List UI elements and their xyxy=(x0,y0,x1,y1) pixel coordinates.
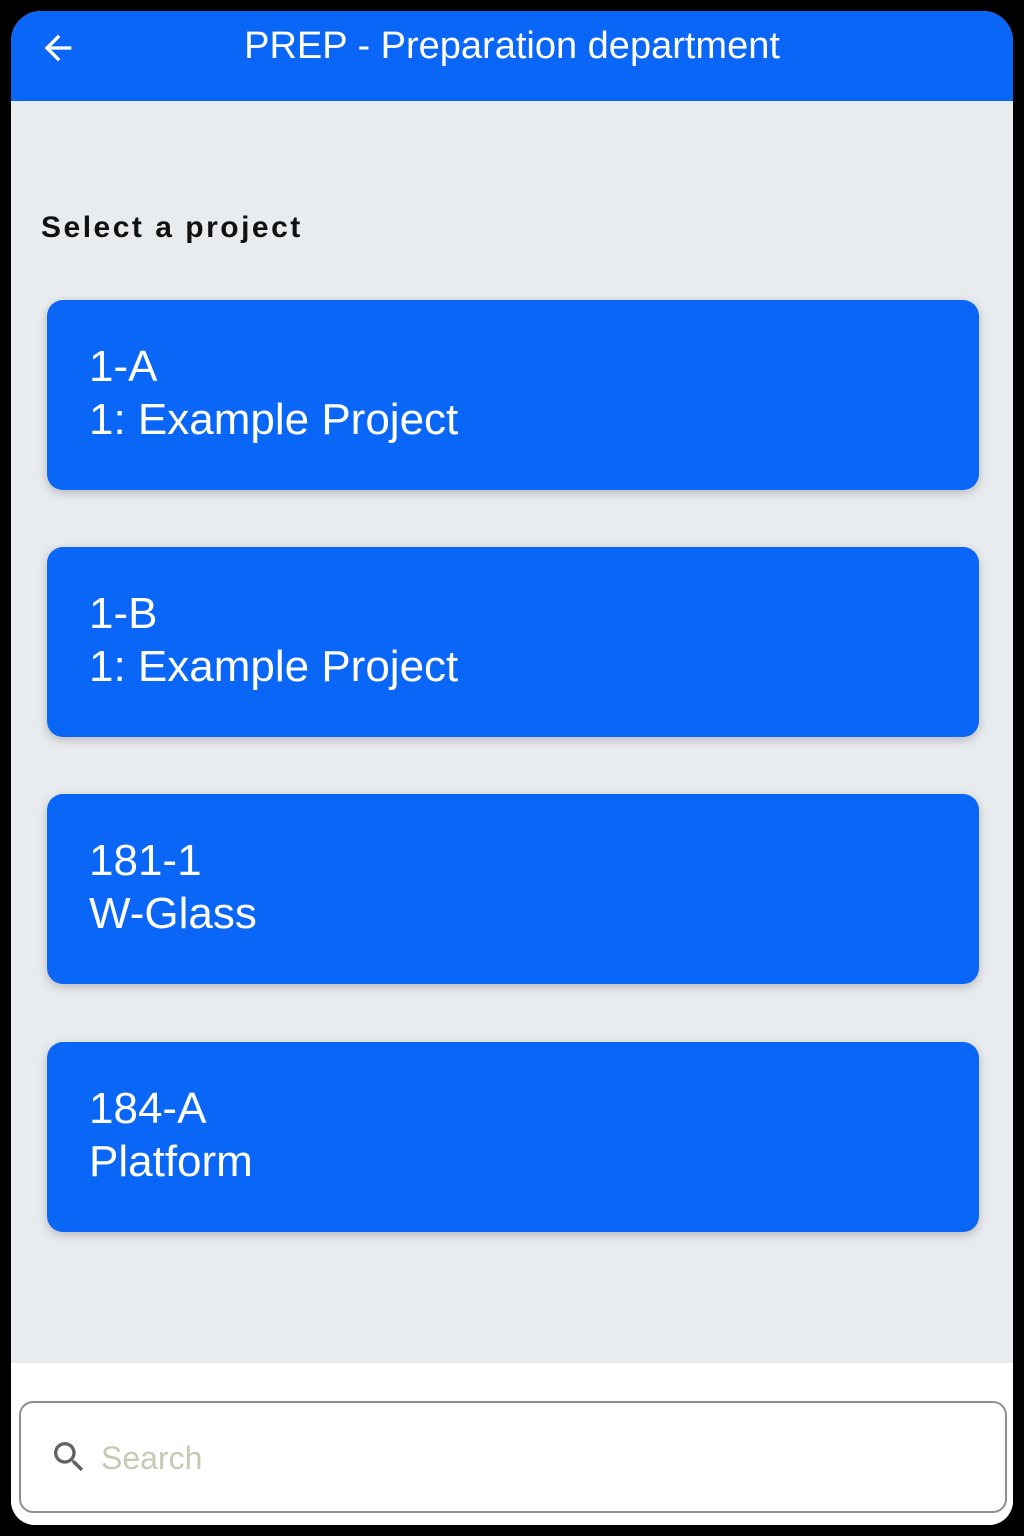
project-name: 1: Example Project xyxy=(89,395,459,444)
device-frame: PREP - Preparation department Select a p… xyxy=(0,0,1024,1536)
app-bar: PREP - Preparation department xyxy=(11,11,1013,101)
project-card-181-1[interactable]: 181-1 W-Glass xyxy=(47,794,979,984)
search-icon xyxy=(54,1442,84,1472)
project-name: W-Glass xyxy=(89,889,257,938)
project-code: 1-A xyxy=(89,342,158,391)
app-screen: PREP - Preparation department Select a p… xyxy=(11,11,1013,1525)
project-code: 181-1 xyxy=(89,836,202,885)
search-box[interactable] xyxy=(19,1401,1007,1513)
project-code: 184-A xyxy=(89,1084,207,1133)
section-label: Select a project xyxy=(41,211,303,244)
project-card-1-b[interactable]: 1-B 1: Example Project xyxy=(47,547,979,737)
page-title: PREP - Preparation department xyxy=(244,25,780,67)
search-input[interactable] xyxy=(101,1425,981,1491)
project-card-184-a[interactable]: 184-A Platform xyxy=(47,1042,979,1232)
project-card-1-a[interactable]: 1-A 1: Example Project xyxy=(47,300,979,490)
search-bar-container xyxy=(11,1363,1013,1525)
project-name: 1: Example Project xyxy=(89,642,459,691)
project-code: 1-B xyxy=(89,589,158,638)
project-name: Platform xyxy=(89,1137,253,1186)
